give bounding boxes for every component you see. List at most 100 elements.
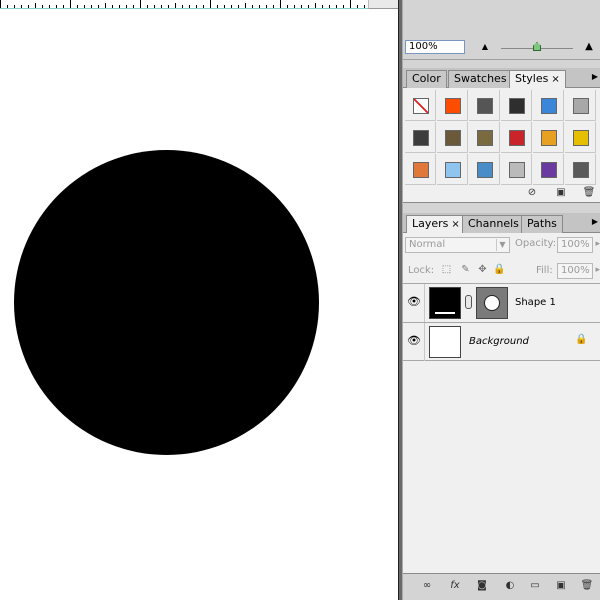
style-swatch-no-style[interactable] xyxy=(405,90,436,121)
layer-name[interactable]: Background xyxy=(469,335,529,349)
swatch-preview xyxy=(445,98,461,114)
style-swatch-mosaic[interactable] xyxy=(501,154,532,185)
ruler-tick xyxy=(273,5,274,8)
style-swatch-olive-bronze[interactable] xyxy=(469,122,500,153)
ruler-tick xyxy=(350,0,351,8)
layer-fill-thumbnail[interactable] xyxy=(429,287,461,319)
eye-icon: 👁 xyxy=(407,295,421,308)
chain-link-icon[interactable] xyxy=(465,295,472,309)
style-swatch-red-glow[interactable] xyxy=(437,90,468,121)
opacity-field[interactable]: 100% xyxy=(557,237,593,253)
layer-row-shape-1[interactable]: 👁 Shape 1 xyxy=(403,283,600,322)
panel-menu-icon[interactable]: ▶ xyxy=(592,73,598,81)
close-icon[interactable]: × xyxy=(551,74,559,85)
panel-menu-icon[interactable]: ▶ xyxy=(592,218,598,226)
ruler-tick xyxy=(196,5,197,8)
document-canvas[interactable] xyxy=(0,0,398,600)
ruler-tick xyxy=(259,5,260,8)
chevron-right-icon[interactable]: ▸ xyxy=(595,265,600,275)
zoom-out-icon[interactable]: ▲ xyxy=(479,43,491,51)
style-swatch-gray-button[interactable] xyxy=(565,154,596,185)
tab-channels[interactable]: Channels xyxy=(462,215,525,233)
ruler-tick xyxy=(217,5,218,8)
link-layers-icon[interactable]: ∞ xyxy=(419,579,435,593)
lock-position-icon[interactable]: ✥ xyxy=(476,263,489,276)
opacity-value: 100% xyxy=(561,239,590,250)
style-swatch-bronze[interactable] xyxy=(437,122,468,153)
visibility-toggle[interactable]: 👁 xyxy=(403,284,425,322)
visibility-toggle[interactable]: 👁 xyxy=(403,323,425,361)
ruler-tick xyxy=(14,5,15,8)
add-mask-icon[interactable]: ◙ xyxy=(474,579,490,593)
ruler-tick xyxy=(280,0,281,8)
layer-name[interactable]: Shape 1 xyxy=(515,296,556,310)
style-swatch-red-stripes[interactable] xyxy=(501,122,532,153)
blend-mode-select[interactable]: Normal ▼ xyxy=(405,237,510,253)
close-icon[interactable]: × xyxy=(451,219,459,230)
swatch-preview xyxy=(413,98,429,114)
ruler-tick xyxy=(140,0,141,8)
new-layer-icon[interactable]: ▣ xyxy=(553,579,569,593)
fill-label: Fill: xyxy=(536,265,553,276)
circle-shape[interactable] xyxy=(14,150,319,455)
vector-mask-thumbnail[interactable] xyxy=(476,287,508,319)
style-swatch-chrome[interactable] xyxy=(501,90,532,121)
ruler-tick xyxy=(168,5,169,8)
lock-transparency-icon[interactable]: ⬚ xyxy=(440,263,453,276)
lock-icon: 🔒 xyxy=(575,334,588,345)
ruler-tick xyxy=(203,5,204,8)
new-style-icon[interactable]: ▣ xyxy=(554,186,568,200)
tab-label: Layers xyxy=(412,217,449,230)
document-window-control[interactable] xyxy=(368,0,398,9)
tab-styles[interactable]: Styles × xyxy=(509,70,566,89)
new-group-icon[interactable]: ▭ xyxy=(527,579,543,593)
blend-mode-value: Normal xyxy=(409,239,446,250)
navigator-panel: 100% ▲ ▲ xyxy=(403,0,600,60)
ruler-tick xyxy=(98,5,99,8)
style-swatch-blue-glass[interactable] xyxy=(533,90,564,121)
layer-thumbnail[interactable] xyxy=(429,326,461,358)
lock-pixels-icon[interactable]: ✎ xyxy=(459,263,472,276)
swatch-preview xyxy=(445,130,461,146)
style-swatch-light-gray[interactable] xyxy=(565,90,596,121)
layer-row-background[interactable]: 👁 Background 🔒 xyxy=(403,322,600,361)
ruler-tick xyxy=(0,0,1,8)
tab-color[interactable]: Color xyxy=(406,70,447,88)
opacity-label: Opacity: xyxy=(515,238,557,249)
tab-swatches[interactable]: Swatches xyxy=(448,70,513,88)
ruler-tick xyxy=(329,5,330,8)
style-swatch-dark-metal[interactable] xyxy=(405,122,436,153)
lock-all-icon[interactable]: 🔒 xyxy=(493,263,506,276)
swatch-preview xyxy=(413,130,429,146)
ruler-tick xyxy=(77,5,78,8)
ruler-tick xyxy=(231,5,232,8)
zoom-slider-thumb[interactable] xyxy=(533,42,541,51)
zoom-field[interactable]: 100% xyxy=(405,40,465,54)
style-swatch-rainbow[interactable] xyxy=(533,122,564,153)
swatch-preview xyxy=(477,130,493,146)
trash-icon[interactable]: 🗑 xyxy=(582,186,596,200)
style-swatch-orange-gradient[interactable] xyxy=(405,154,436,185)
chevron-right-icon[interactable]: ▸ xyxy=(595,239,600,249)
style-swatch-sunset-sky[interactable] xyxy=(469,154,500,185)
style-swatch-gray-bevel[interactable] xyxy=(469,90,500,121)
fill-field[interactable]: 100% xyxy=(557,263,593,279)
trash-icon[interactable]: 🗑 xyxy=(579,579,595,593)
ruler-tick xyxy=(35,3,36,8)
clear-style-icon[interactable]: ⊘ xyxy=(525,186,539,200)
ruler-tick xyxy=(112,5,113,8)
style-swatch-sky-blue[interactable] xyxy=(437,154,468,185)
style-swatch-yellow[interactable] xyxy=(565,122,596,153)
layers-tab-bar: Layers × Channels Paths ▶ xyxy=(403,213,600,234)
ruler-tick xyxy=(343,5,344,8)
swatch-preview xyxy=(509,130,525,146)
fx-icon[interactable]: fx xyxy=(447,579,463,593)
ruler-tick xyxy=(238,5,239,8)
swatch-preview xyxy=(413,162,429,178)
ruler-tick xyxy=(161,5,162,8)
adjustment-layer-icon[interactable]: ◐ xyxy=(502,579,518,593)
tab-layers[interactable]: Layers × xyxy=(406,215,466,234)
zoom-in-icon[interactable]: ▲ xyxy=(581,42,597,52)
tab-paths[interactable]: Paths xyxy=(521,215,563,233)
style-swatch-purple[interactable] xyxy=(533,154,564,185)
